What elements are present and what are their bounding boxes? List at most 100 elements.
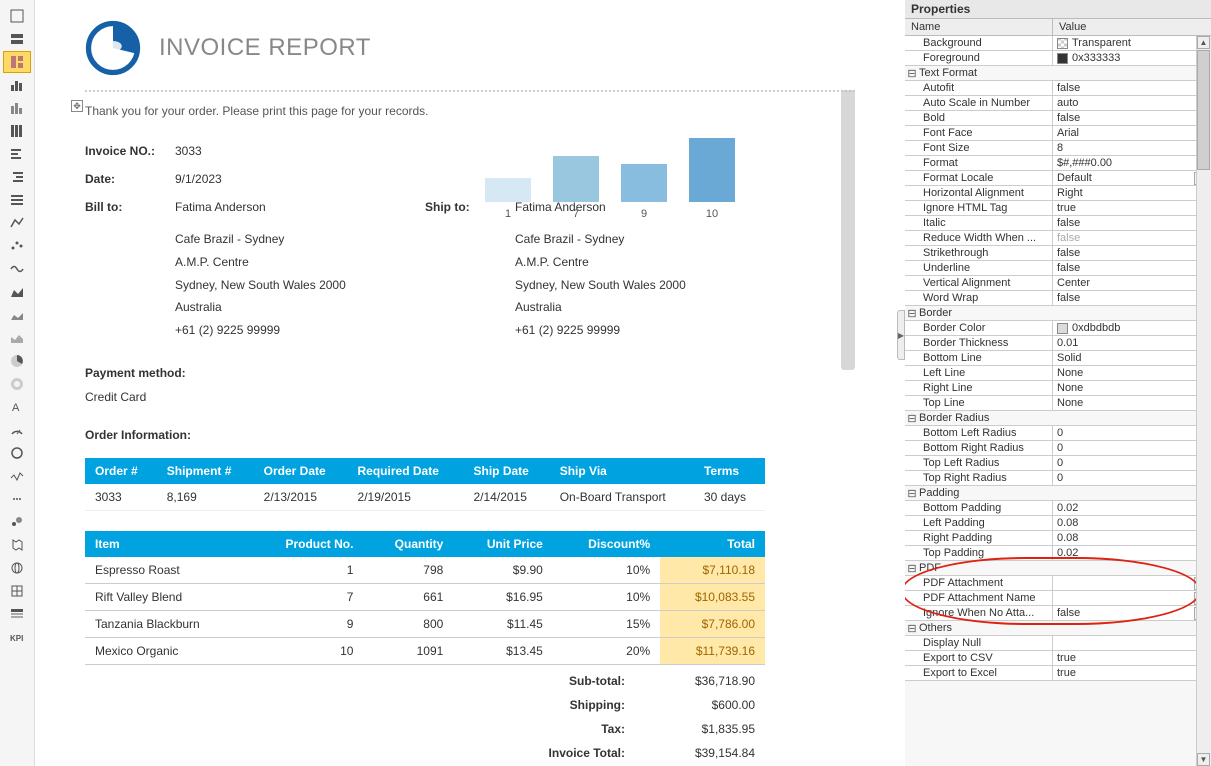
prop-row[interactable]: Reduce Width When ...false — [905, 231, 1210, 246]
col-name-header[interactable]: Name — [905, 19, 1053, 35]
table-row[interactable]: Espresso Roast1798$9.9010%$7,110.18 — [85, 557, 765, 584]
prop-row[interactable]: Ignore HTML Tagtrue — [905, 201, 1210, 216]
order-data-row: 30338,1692/13/20152/19/20152/14/2015On-B… — [85, 484, 765, 511]
tool-align-left-icon[interactable] — [3, 143, 31, 165]
prop-row[interactable]: Bottom Right Radius0 — [905, 441, 1210, 456]
properties-body[interactable]: BackgroundTransparentForeground0x333333⊟… — [905, 36, 1211, 758]
prop-row[interactable]: Font Size8 — [905, 141, 1210, 156]
prop-group[interactable]: ⊟Text Format — [905, 66, 1210, 81]
tool-gauge-icon[interactable] — [3, 419, 31, 441]
tool-align-right-icon[interactable] — [3, 166, 31, 188]
scroll-down-icon[interactable]: ▼ — [1197, 753, 1210, 766]
prop-row[interactable]: Top Left Radius0 — [905, 456, 1210, 471]
prop-row[interactable]: PDF Attachment Namefx — [905, 591, 1210, 606]
prop-group[interactable]: ⊟Others — [905, 621, 1210, 636]
prop-row[interactable]: Boldfalse — [905, 111, 1210, 126]
prop-row[interactable]: Vertical AlignmentCenter — [905, 276, 1210, 291]
tool-table-icon[interactable] — [3, 603, 31, 625]
table-row[interactable]: Mexico Organic101091$13.4520%$11,739.16 — [85, 637, 765, 664]
properties-header: Name Value — [905, 19, 1211, 36]
tool-dots-icon[interactable] — [3, 488, 31, 510]
tool-area3-icon[interactable] — [3, 327, 31, 349]
prop-row[interactable]: Top Right Radius0 — [905, 471, 1210, 486]
tool-map-icon[interactable] — [3, 534, 31, 556]
tool-barchart2-icon[interactable] — [3, 97, 31, 119]
order-table[interactable]: Order #Shipment #Order DateRequired Date… — [85, 458, 765, 511]
bill-name: Fatima Anderson — [175, 200, 425, 214]
tool-scatter-icon[interactable] — [3, 235, 31, 257]
tool-row-icon[interactable] — [3, 28, 31, 50]
tool-sparkline-icon[interactable] — [3, 465, 31, 487]
tool-text-icon[interactable]: A — [3, 396, 31, 418]
col-value-header[interactable]: Value — [1053, 19, 1211, 35]
tool-donut-icon[interactable] — [3, 373, 31, 395]
prop-row[interactable]: Border Thickness0.01 — [905, 336, 1210, 351]
tool-pie-icon[interactable] — [3, 350, 31, 372]
scroll-up-icon[interactable]: ▲ — [1197, 36, 1210, 49]
table-row[interactable]: Tanzania Blackburn9800$11.4515%$7,786.00 — [85, 610, 765, 637]
tool-circle-icon[interactable] — [3, 442, 31, 464]
table-row[interactable]: Rift Valley Blend7661$16.9510%$10,083.55 — [85, 583, 765, 610]
prop-row[interactable]: Left Padding0.08 — [905, 516, 1210, 531]
prop-row[interactable]: Border Color0xdbdbdb — [905, 321, 1210, 336]
scroll-thumb[interactable] — [1197, 50, 1210, 170]
item-table[interactable]: ItemProduct No.QuantityUnit PriceDiscoun… — [85, 531, 765, 665]
prop-group[interactable]: ⊟Border — [905, 306, 1210, 321]
ship-address: Cafe Brazil - Sydney A.M.P. Centre Sydne… — [515, 228, 765, 342]
order-info-label: Order Information: — [85, 428, 855, 442]
prop-row[interactable]: Bottom Left Radius0 — [905, 426, 1210, 441]
prop-row[interactable]: Top LineNone — [905, 396, 1210, 411]
prop-row[interactable]: Top Padding0.02 — [905, 546, 1210, 561]
prop-row[interactable]: Right LineNone — [905, 381, 1210, 396]
prop-row[interactable]: Format LocaleDefaultfx — [905, 171, 1210, 186]
prop-group[interactable]: ⊟Padding — [905, 486, 1210, 501]
tool-wave-icon[interactable] — [3, 258, 31, 280]
panel-collapse-handle[interactable]: ▶ — [897, 310, 905, 360]
invoice-total-label: Invoice Total: — [549, 746, 625, 760]
prop-group[interactable]: ⊟PDF — [905, 561, 1210, 576]
prop-row[interactable]: PDF Attachmentfx — [905, 576, 1210, 591]
prop-row[interactable]: Strikethroughfalse — [905, 246, 1210, 261]
prop-row[interactable]: Display Null — [905, 636, 1210, 651]
prop-row[interactable]: Italicfalse — [905, 216, 1210, 231]
report-canvas[interactable]: INVOICE REPORT ✥ Thank you for your orde… — [35, 0, 905, 766]
prop-row[interactable]: Right Padding0.08 — [905, 531, 1210, 546]
prop-row[interactable]: Format$#,###0.00 — [905, 156, 1210, 171]
prop-row[interactable]: Export to CSVtrue — [905, 651, 1210, 666]
tool-area-icon[interactable] — [3, 281, 31, 303]
tool-globe-icon[interactable] — [3, 557, 31, 579]
canvas-scrollbar[interactable] — [841, 90, 855, 370]
move-handle-icon[interactable]: ✥ — [71, 100, 83, 112]
prop-row[interactable]: Export to Exceltrue — [905, 666, 1210, 681]
tool-select-icon[interactable] — [3, 5, 31, 27]
prop-group[interactable]: ⊟Border Radius — [905, 411, 1210, 426]
properties-scrollbar[interactable]: ▲ ▼ — [1196, 36, 1211, 766]
prop-row[interactable]: Left LineNone — [905, 366, 1210, 381]
prop-row[interactable]: Font FaceArial — [905, 126, 1210, 141]
tool-list-icon[interactable] — [3, 189, 31, 211]
prop-row[interactable]: Auto Scale in Numberauto — [905, 96, 1210, 111]
prop-row[interactable]: Autofitfalse — [905, 81, 1210, 96]
date-label: Date: — [85, 172, 175, 186]
prop-row[interactable]: Bottom LineSolid — [905, 351, 1210, 366]
prop-row[interactable]: Underlinefalse — [905, 261, 1210, 276]
tool-columns-icon[interactable] — [3, 120, 31, 142]
tool-kpi-icon[interactable]: KPI — [3, 626, 31, 648]
tool-layout-icon[interactable] — [3, 51, 31, 73]
prop-row[interactable]: Word Wrapfalse — [905, 291, 1210, 306]
tool-bubble-icon[interactable] — [3, 511, 31, 533]
mini-barchart[interactable]: 17910 — [485, 130, 785, 220]
prop-row[interactable]: Horizontal AlignmentRight — [905, 186, 1210, 201]
tool-grid-icon[interactable] — [3, 580, 31, 602]
tool-barchart-icon[interactable] — [3, 74, 31, 96]
prop-row[interactable]: BackgroundTransparent — [905, 36, 1210, 51]
report-header: INVOICE REPORT — [85, 20, 855, 92]
thankyou-text: ✥ Thank you for your order. Please print… — [85, 104, 855, 118]
prop-row[interactable]: Bottom Padding0.02 — [905, 501, 1210, 516]
prop-row[interactable]: Ignore When No Atta...falsefx — [905, 606, 1210, 621]
prop-row[interactable]: Foreground0x333333 — [905, 51, 1210, 66]
item-header-row: ItemProduct No.QuantityUnit PriceDiscoun… — [85, 531, 765, 557]
tool-area2-icon[interactable] — [3, 304, 31, 326]
tool-line-icon[interactable] — [3, 212, 31, 234]
left-toolbar: A KPI — [0, 0, 35, 766]
